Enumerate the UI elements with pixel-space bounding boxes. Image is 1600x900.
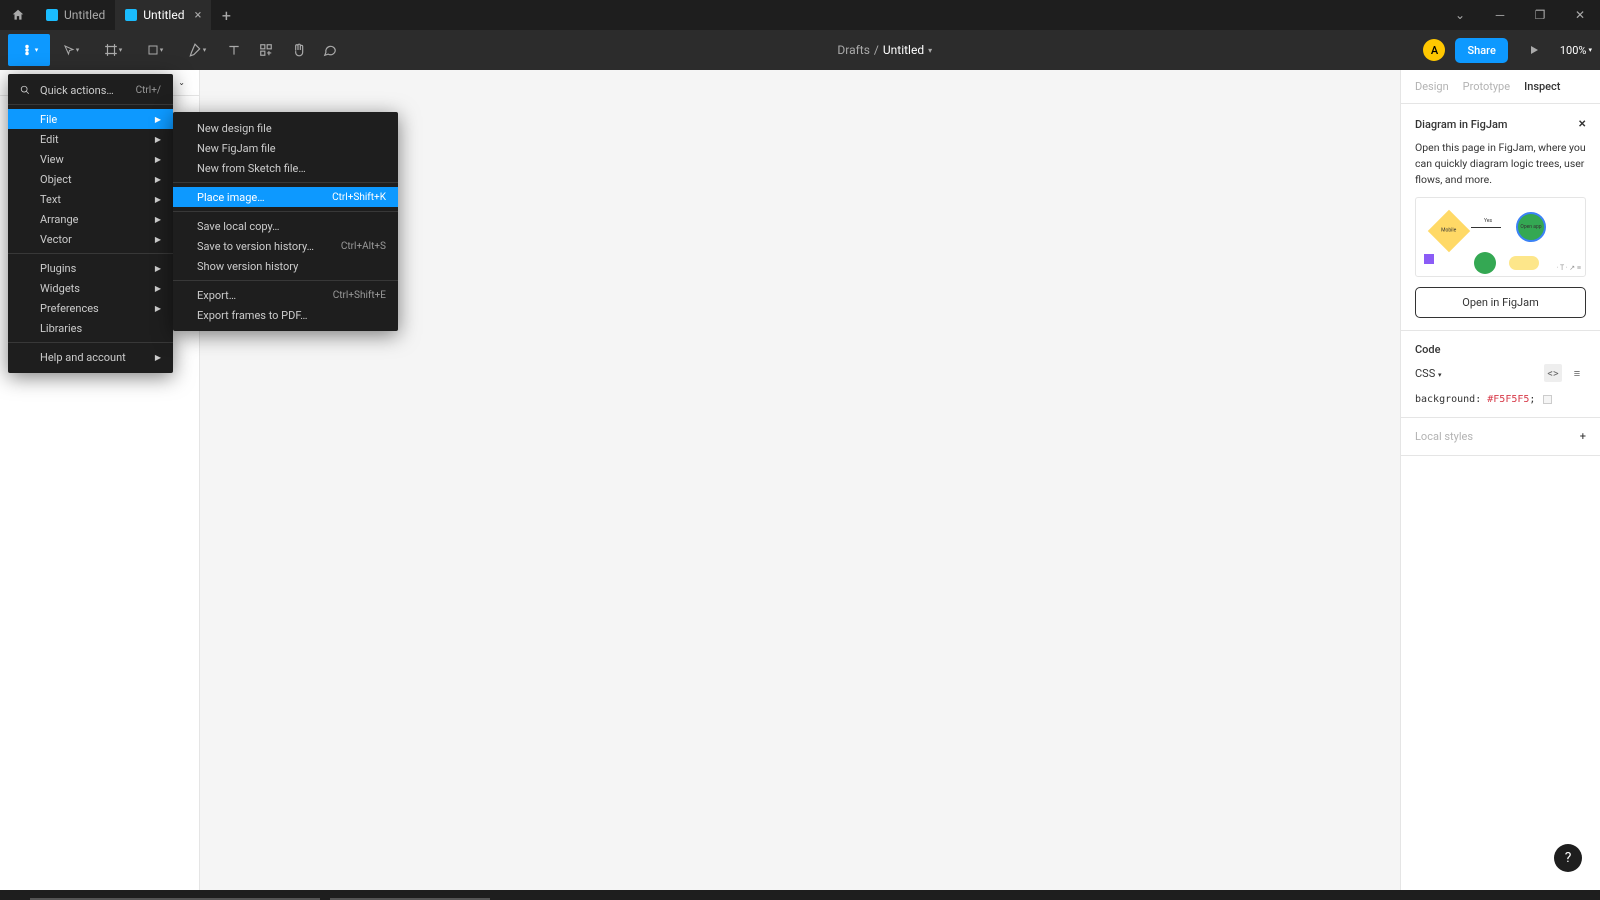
code-language-select[interactable]: CSS ▾ xyxy=(1415,367,1441,380)
pen-tool[interactable]: ▾ xyxy=(176,34,218,66)
chevron-down-icon[interactable]: ▾ xyxy=(928,46,932,55)
chevron-down-icon: ▾ xyxy=(1588,46,1592,54)
tab-inspect[interactable]: Inspect xyxy=(1524,80,1560,93)
chevron-right-icon: ▶ xyxy=(155,155,161,164)
chevron-right-icon: ▶ xyxy=(155,304,161,313)
chevron-right-icon: ▶ xyxy=(155,284,161,293)
code-section: Code CSS ▾ <> ≡ background: #F5F5F5; xyxy=(1401,331,1600,418)
add-style-icon[interactable]: + xyxy=(1580,430,1586,443)
move-tool[interactable]: ▾ xyxy=(50,34,92,66)
chevron-right-icon: ▶ xyxy=(155,353,161,362)
tab-prototype[interactable]: Prototype xyxy=(1463,80,1510,93)
text-tool[interactable] xyxy=(218,34,250,66)
menu-widgets[interactable]: Widgets▶ xyxy=(8,278,173,298)
tab-untitled-2[interactable]: Untitled × xyxy=(115,0,211,30)
file-menu-new-figjam-file[interactable]: New FigJam file xyxy=(173,138,398,158)
tab-label: Untitled xyxy=(143,8,184,22)
preview-tools: · T · ↗ ≡ xyxy=(1557,264,1581,272)
section-title: Code xyxy=(1415,343,1441,356)
menu-vector[interactable]: Vector▶ xyxy=(8,229,173,249)
chevron-right-icon: ▶ xyxy=(155,135,161,144)
close-tab-icon[interactable]: × xyxy=(194,8,201,23)
window-controls: ⌄ ─ ❐ ✕ xyxy=(1440,0,1600,30)
file-menu-new-from-sketch-file-[interactable]: New from Sketch file… xyxy=(173,158,398,178)
chevron-right-icon: ▶ xyxy=(155,175,161,184)
figma-logo-icon xyxy=(20,43,34,57)
menu-arrange[interactable]: Arrange▶ xyxy=(8,209,173,229)
file-menu-show-version-history[interactable]: Show version history xyxy=(173,256,398,276)
home-button[interactable] xyxy=(0,0,36,30)
section-title: Local styles xyxy=(1415,430,1473,443)
figma-file-icon xyxy=(46,9,58,21)
code-line: background: #F5F5F5; xyxy=(1415,394,1586,405)
maximize-button[interactable]: ❐ xyxy=(1520,0,1560,30)
file-submenu: New design fileNew FigJam fileNew from S… xyxy=(173,112,398,331)
color-swatch xyxy=(1543,395,1552,404)
menu-text[interactable]: Text▶ xyxy=(8,189,173,209)
list-view-icon[interactable]: ≡ xyxy=(1568,364,1586,382)
menu-quick-actions[interactable]: Quick actions… Ctrl+/ xyxy=(8,80,173,100)
chevron-down-icon[interactable]: ⌄ xyxy=(1440,0,1480,30)
minimize-button[interactable]: ─ xyxy=(1480,0,1520,30)
new-tab-button[interactable]: + xyxy=(211,0,241,30)
code-view-icon[interactable]: <> xyxy=(1544,364,1562,382)
menu-edit[interactable]: Edit▶ xyxy=(8,129,173,149)
present-button[interactable] xyxy=(1518,34,1550,66)
chevron-right-icon: ▶ xyxy=(155,235,161,244)
toolbar: ▾ ▾ ▾ ▾ ▾ Drafts / xyxy=(0,30,1600,70)
file-menu-save-to-version-history-[interactable]: Save to version history…Ctrl+Alt+S xyxy=(173,236,398,256)
figma-file-icon xyxy=(125,9,137,21)
section-title: Diagram in FigJam xyxy=(1415,118,1507,131)
menu-file[interactable]: File▶ xyxy=(8,109,173,129)
file-menu-export-[interactable]: Export…Ctrl+Shift+E xyxy=(173,285,398,305)
menu-help-and-account[interactable]: Help and account▶ xyxy=(8,347,173,367)
hand-tool[interactable] xyxy=(282,34,314,66)
tab-untitled-1[interactable]: Untitled xyxy=(36,0,115,30)
search-icon xyxy=(20,85,30,95)
main-menu-dropdown: Quick actions… Ctrl+/ File▶Edit▶View▶Obj… xyxy=(8,74,173,373)
close-window-button[interactable]: ✕ xyxy=(1560,0,1600,30)
frame-tool[interactable]: ▾ xyxy=(92,34,134,66)
breadcrumb-sep: / xyxy=(874,43,879,57)
figjam-section: Diagram in FigJam × Open this page in Fi… xyxy=(1401,104,1600,331)
file-menu-place-image-[interactable]: Place image…Ctrl+Shift+K xyxy=(173,187,398,207)
resources-tool[interactable] xyxy=(250,34,282,66)
file-menu-new-design-file[interactable]: New design file xyxy=(173,118,398,138)
inspect-panel: Design Prototype Inspect Diagram in FigJ… xyxy=(1400,70,1600,890)
close-icon[interactable]: × xyxy=(1579,116,1586,132)
menu-preferences[interactable]: Preferences▶ xyxy=(8,298,173,318)
menu-object[interactable]: Object▶ xyxy=(8,169,173,189)
menu-libraries[interactable]: Libraries xyxy=(8,318,173,338)
file-menu-save-local-copy-[interactable]: Save local copy… xyxy=(173,216,398,236)
help-button[interactable]: ? xyxy=(1554,844,1582,872)
avatar[interactable]: A xyxy=(1423,39,1445,61)
tab-design[interactable]: Design xyxy=(1415,80,1449,93)
chevron-down-icon: ⌄ xyxy=(178,78,185,87)
main-menu-button[interactable]: ▾ xyxy=(8,34,50,66)
menu-view[interactable]: View▶ xyxy=(8,149,173,169)
file-menu-export-frames-to-pdf-[interactable]: Export frames to PDF… xyxy=(173,305,398,325)
figjam-description: Open this page in FigJam, where you can … xyxy=(1415,140,1586,187)
chevron-right-icon: ▶ xyxy=(155,264,161,273)
chevron-right-icon: ▶ xyxy=(155,195,161,204)
breadcrumb: Drafts / Untitled ▾ xyxy=(346,43,1423,57)
chevron-right-icon: ▶ xyxy=(155,115,161,124)
comment-tool[interactable] xyxy=(314,34,346,66)
shape-tool[interactable]: ▾ xyxy=(134,34,176,66)
local-styles-section: Local styles + xyxy=(1401,418,1600,456)
tab-bar: Untitled Untitled × + ⌄ ─ ❐ ✕ xyxy=(0,0,1600,30)
tab-label: Untitled xyxy=(64,8,105,22)
chevron-right-icon: ▶ xyxy=(155,215,161,224)
breadcrumb-parent[interactable]: Drafts xyxy=(837,43,870,57)
open-in-figjam-button[interactable]: Open in FigJam xyxy=(1415,287,1586,318)
status-bar xyxy=(0,890,1600,900)
share-button[interactable]: Share xyxy=(1455,38,1507,63)
figjam-preview: Mobile Yes Open app · T · ↗ ≡ xyxy=(1415,197,1586,277)
zoom-level[interactable]: 100% ▾ xyxy=(1560,44,1592,57)
page-title[interactable]: Untitled xyxy=(883,43,924,57)
panel-tabs: Design Prototype Inspect xyxy=(1401,70,1600,104)
menu-plugins[interactable]: Plugins▶ xyxy=(8,258,173,278)
